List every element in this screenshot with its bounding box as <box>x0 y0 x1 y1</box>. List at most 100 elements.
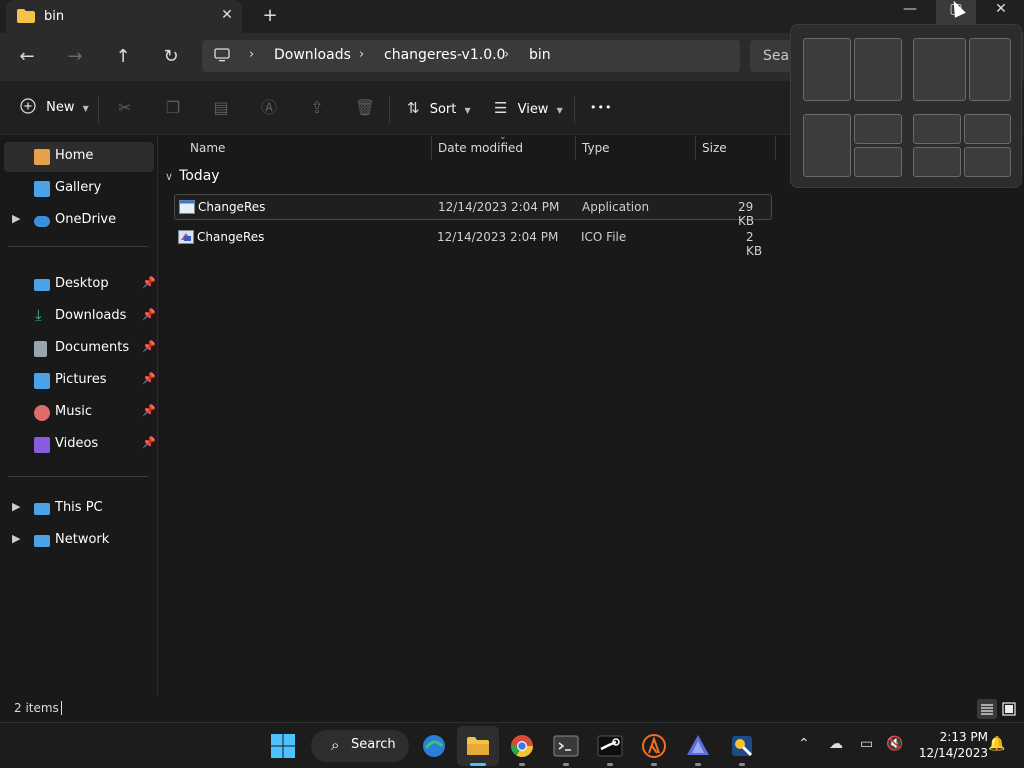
column-header-type[interactable]: Type <box>582 136 610 160</box>
chevron-right-icon[interactable]: ▶ <box>12 532 20 545</box>
chevron-right-icon[interactable]: ▶ <box>12 212 20 225</box>
system-clock[interactable]: 2:13 PM 12/14/2023 <box>912 729 988 761</box>
documents-icon <box>34 341 47 357</box>
network-tray-icon[interactable]: ▭ <box>860 736 873 752</box>
file-row[interactable]: ChangeRes 12/14/2023 2:04 PM Application… <box>174 194 772 228</box>
snap-zone[interactable] <box>854 38 902 101</box>
snap-zone[interactable] <box>913 114 961 144</box>
more-options-button[interactable]: ••• <box>590 96 612 120</box>
breadcrumb-bin[interactable]: bin <box>529 47 551 63</box>
breadcrumb-downloads[interactable]: Downloads <box>274 47 351 63</box>
breadcrumb-changeres[interactable]: changeres-v1.0.0 <box>384 47 505 63</box>
snap-zone[interactable] <box>803 114 851 177</box>
status-bar: 2 items <box>0 696 1024 722</box>
minimize-button[interactable]: — <box>890 0 930 24</box>
sidebar-item-label: Music <box>55 404 92 419</box>
half-life-icon[interactable] <box>641 733 667 759</box>
column-divider[interactable] <box>431 136 432 160</box>
copy-icon[interactable]: ❐ <box>161 96 185 120</box>
tab-bin[interactable]: bin ✕ <box>6 0 242 33</box>
sidebar-item-network[interactable]: ▶ Network <box>4 526 154 556</box>
notification-bell-icon[interactable]: 🔔 <box>988 736 1005 752</box>
onedrive-tray-icon[interactable]: ☁ <box>829 736 843 752</box>
sidebar-divider <box>8 246 148 247</box>
folder-icon <box>17 9 35 23</box>
sidebar-item-videos[interactable]: Videos 📌 <box>4 430 156 460</box>
new-button[interactable]: New ▼ <box>20 96 89 120</box>
group-header-today[interactable]: ∨ Today <box>165 168 220 184</box>
sidebar-item-label: Videos <box>55 436 99 451</box>
forward-button[interactable]: → <box>62 44 88 70</box>
view-button[interactable]: ☰ View ▼ <box>494 96 563 120</box>
snap-zone[interactable] <box>854 114 902 144</box>
details-view-button[interactable] <box>977 699 997 719</box>
column-header-size[interactable]: Size <box>702 136 727 160</box>
refresh-button[interactable]: ↻ <box>158 44 184 70</box>
sidebar-item-home[interactable]: Home <box>4 142 154 172</box>
snap-zone[interactable] <box>913 147 961 177</box>
taskbar-search-button[interactable]: ⌕ Search <box>311 730 409 762</box>
view-icon: ☰ <box>494 99 508 117</box>
cut-icon[interactable]: ✂ <box>113 96 137 120</box>
sidebar-item-documents[interactable]: Documents 📌 <box>4 334 156 364</box>
navigation-pane: Home Gallery ▶ OneDrive Desktop 📌 ⤓ Down… <box>0 136 158 696</box>
snap-zone[interactable] <box>964 114 1011 144</box>
file-size: 2 KB <box>746 230 763 258</box>
windows-start-icon[interactable] <box>270 733 296 759</box>
file-date: 12/14/2023 2:04 PM <box>437 230 559 244</box>
clock-time: 2:13 PM <box>939 730 988 744</box>
close-button[interactable]: ✕ <box>981 0 1021 24</box>
tiles-view-button[interactable] <box>999 699 1019 719</box>
up-button[interactable]: ↑ <box>110 44 136 70</box>
details-view-icon <box>981 704 993 715</box>
show-hidden-icons-button[interactable]: ⌃ <box>798 736 810 752</box>
sidebar-item-pictures[interactable]: Pictures 📌 <box>4 366 156 396</box>
rename-icon[interactable]: Ⓐ <box>257 96 281 120</box>
sort-button[interactable]: ⇅ Sort ▼ <box>407 96 471 120</box>
file-type: ICO File <box>581 230 627 244</box>
chevron-down-icon: ▼ <box>464 106 471 115</box>
back-button[interactable]: ← <box>14 44 40 70</box>
music-icon <box>34 405 50 421</box>
file-explorer-icon[interactable] <box>465 733 491 759</box>
address-bar[interactable]: › Downloads › changeres-v1.0.0 › bin <box>202 40 740 72</box>
share-icon[interactable]: ⇪ <box>305 96 329 120</box>
chevron-right-icon[interactable]: ▶ <box>12 500 20 513</box>
app-launcher-icon[interactable] <box>685 733 711 759</box>
tiles-view-icon <box>1002 702 1016 716</box>
chrome-icon[interactable] <box>509 733 535 759</box>
sidebar-item-desktop[interactable]: Desktop 📌 <box>4 270 156 300</box>
sidebar-item-onedrive[interactable]: ▶ OneDrive <box>4 206 154 236</box>
sidebar-item-gallery[interactable]: Gallery <box>4 174 154 204</box>
snap-zone[interactable] <box>969 38 1011 101</box>
taskbar-indicator <box>607 763 613 766</box>
new-tab-button[interactable]: + <box>260 6 280 26</box>
sidebar-item-downloads[interactable]: ⤓ Downloads 📌 <box>4 302 156 332</box>
paste-icon[interactable]: ▤ <box>209 96 233 120</box>
column-divider[interactable] <box>575 136 576 160</box>
snap-zone[interactable] <box>854 147 902 177</box>
snap-zone[interactable] <box>913 38 966 101</box>
delete-icon[interactable]: 🗑 <box>353 96 377 120</box>
sidebar-item-music[interactable]: Music 📌 <box>4 398 156 428</box>
file-row[interactable]: ChangeRes 12/14/2023 2:04 PM ICO File 2 … <box>174 225 772 258</box>
tab-close-icon[interactable]: ✕ <box>218 6 236 24</box>
paint-net-icon[interactable] <box>729 733 755 759</box>
pictures-icon <box>34 373 50 389</box>
snap-zone[interactable] <box>964 147 1011 177</box>
sidebar-item-this-pc[interactable]: ▶ This PC <box>4 494 154 524</box>
taskbar: ⌕ Search ⌃ ☁ ▭ 🔇 2:13 PM 12/14/2023 🔔 <box>0 722 1024 768</box>
column-header-name[interactable]: Name <box>190 136 225 160</box>
volume-muted-icon[interactable]: 🔇 <box>886 736 903 752</box>
edge-icon[interactable] <box>421 733 447 759</box>
sort-label: Sort <box>429 102 457 117</box>
gallery-icon <box>34 181 50 197</box>
snap-zone[interactable] <box>803 38 851 101</box>
column-divider[interactable] <box>695 136 696 160</box>
toolbar-divider <box>574 95 575 123</box>
column-divider[interactable] <box>775 136 776 160</box>
terminal-icon[interactable] <box>553 733 579 759</box>
steam-icon[interactable] <box>597 733 623 759</box>
network-icon <box>34 535 50 547</box>
column-header-date[interactable]: Date modified <box>438 136 523 160</box>
